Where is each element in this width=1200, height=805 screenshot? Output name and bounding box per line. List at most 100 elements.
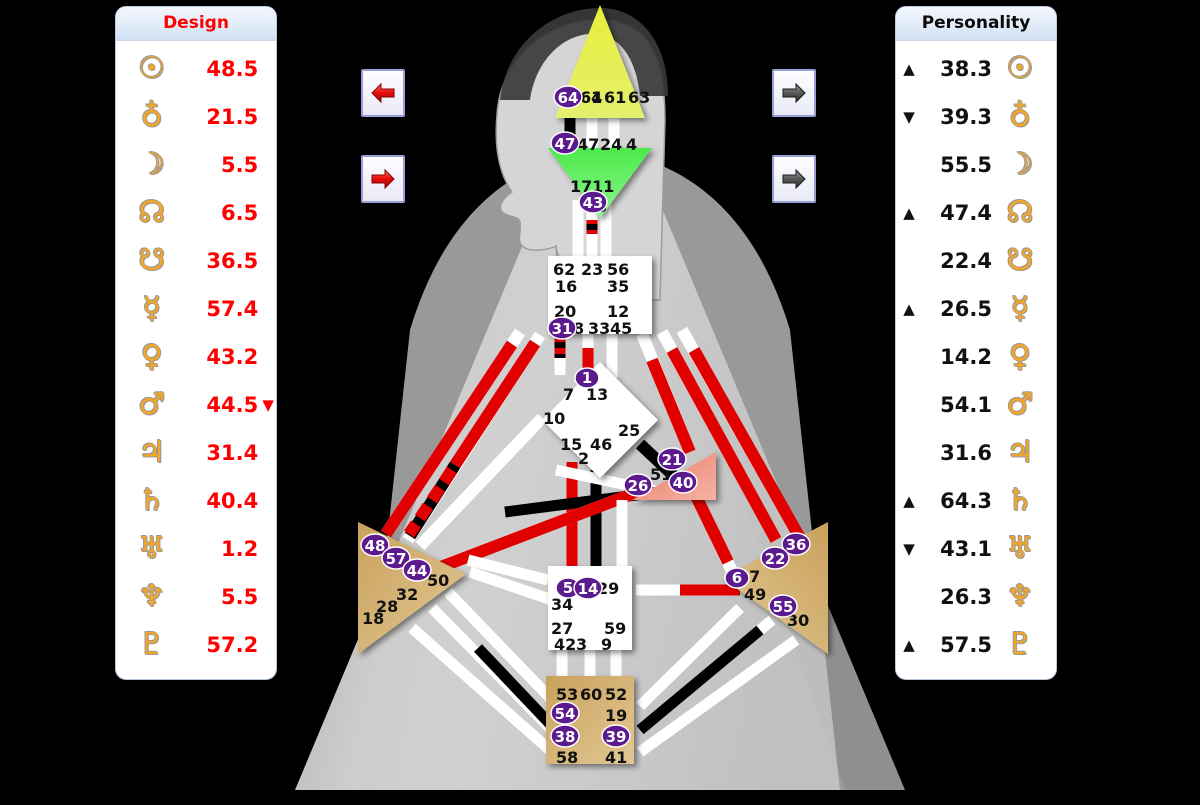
sun-icon: ☉ bbox=[138, 51, 166, 86]
jupiter-icon: ♃ bbox=[1006, 435, 1034, 470]
planet-row[interactable]: ☿ 57.4 bbox=[116, 285, 276, 333]
arrow-right-icon bbox=[782, 168, 806, 190]
svg-text:6: 6 bbox=[732, 569, 742, 587]
svg-text:19: 19 bbox=[605, 706, 627, 725]
personality-panel-title: Personality bbox=[921, 13, 1031, 33]
svg-text:1: 1 bbox=[582, 369, 592, 387]
planet-value: 5.5 bbox=[221, 585, 259, 609]
planet-row[interactable]: ♄ 40.4 bbox=[116, 477, 276, 525]
planet-value: 47.4 bbox=[940, 201, 992, 225]
mars-icon: ♂ bbox=[138, 387, 166, 422]
planet-row[interactable]: ♂ 44.5 ▼ bbox=[116, 381, 276, 429]
planet-value: 21.5 bbox=[206, 105, 259, 129]
planet-value: 40.4 bbox=[206, 489, 259, 513]
north-node-icon: ☊ bbox=[138, 195, 166, 230]
moon-icon: ☽ bbox=[138, 147, 166, 182]
svg-text:23: 23 bbox=[581, 260, 603, 279]
retrograde-marker: ▲ bbox=[903, 204, 915, 222]
svg-text:61: 61 bbox=[580, 88, 602, 107]
prev-design-button[interactable] bbox=[361, 69, 405, 117]
svg-text:58: 58 bbox=[556, 748, 578, 767]
neptune-icon: ♆ bbox=[1006, 579, 1034, 614]
planet-row[interactable]: 14.2 ♀ bbox=[896, 333, 1056, 381]
personality-panel-header: Personality bbox=[896, 7, 1056, 41]
planet-row[interactable]: ☽ 5.5 bbox=[116, 141, 276, 189]
svg-text:26: 26 bbox=[628, 477, 649, 495]
planet-row[interactable]: ▲ 38.3 ☉ bbox=[896, 45, 1056, 93]
planet-row[interactable]: ♆ 5.5 bbox=[116, 573, 276, 621]
svg-text:48: 48 bbox=[365, 537, 386, 555]
svg-text:2: 2 bbox=[578, 449, 589, 468]
svg-text:60: 60 bbox=[580, 685, 602, 704]
planet-row[interactable]: ☉ 48.5 bbox=[116, 45, 276, 93]
svg-text:4: 4 bbox=[626, 135, 637, 154]
planet-value: 43.2 bbox=[206, 345, 259, 369]
retrograde-marker: ▼ bbox=[903, 108, 915, 126]
svg-text:36: 36 bbox=[786, 536, 807, 554]
planet-row[interactable]: ♅ 1.2 bbox=[116, 525, 276, 573]
south-node-icon: ☋ bbox=[138, 243, 166, 278]
planet-row[interactable]: ▲ 57.5 ♇ bbox=[896, 621, 1056, 669]
south-node-icon: ☋ bbox=[1006, 243, 1034, 278]
retrograde-marker: ▼ bbox=[262, 396, 274, 414]
mercury-icon: ☿ bbox=[1010, 291, 1030, 326]
next-personality-button[interactable] bbox=[772, 155, 816, 203]
planet-row[interactable]: ♃ 31.4 bbox=[116, 429, 276, 477]
saturn-icon: ♄ bbox=[138, 483, 166, 518]
svg-text:61: 61 bbox=[604, 88, 626, 107]
svg-text:9: 9 bbox=[601, 635, 612, 654]
planet-value: 64.3 bbox=[940, 489, 992, 513]
planet-row[interactable]: ♁ 21.5 bbox=[116, 93, 276, 141]
svg-text:18: 18 bbox=[362, 609, 384, 628]
planet-row[interactable]: 55.5 ☽ bbox=[896, 141, 1056, 189]
jupiter-icon: ♃ bbox=[138, 435, 166, 470]
planet-row[interactable]: ▲ 26.5 ☿ bbox=[896, 285, 1056, 333]
planet-row[interactable]: ▼ 39.3 ♁ bbox=[896, 93, 1056, 141]
svg-text:3: 3 bbox=[576, 635, 587, 654]
planet-value: 57.2 bbox=[206, 633, 259, 657]
planet-row[interactable]: ☊ 6.5 bbox=[116, 189, 276, 237]
planet-value: 48.5 bbox=[206, 57, 259, 81]
svg-text:10: 10 bbox=[543, 409, 565, 428]
neptune-icon: ♆ bbox=[138, 579, 166, 614]
planet-row[interactable]: ▲ 47.4 ☊ bbox=[896, 189, 1056, 237]
svg-text:53: 53 bbox=[556, 685, 578, 704]
planet-row[interactable]: ♀ 43.2 bbox=[116, 333, 276, 381]
moon-icon: ☽ bbox=[1006, 147, 1034, 182]
planet-row[interactable]: 26.3 ♆ bbox=[896, 573, 1056, 621]
svg-text:33: 33 bbox=[588, 319, 610, 338]
uranus-icon: ♅ bbox=[1006, 531, 1034, 566]
planet-row[interactable]: ▲ 64.3 ♄ bbox=[896, 477, 1056, 525]
svg-text:57: 57 bbox=[386, 550, 407, 568]
svg-text:40: 40 bbox=[673, 474, 694, 492]
personality-panel: Personality ▲ 38.3 ☉ ▼ 39.3 ♁ 55.5 ☽ ▲ 47.4 ☊ 22.4 ☋… bbox=[895, 6, 1057, 680]
svg-text:14: 14 bbox=[578, 580, 599, 598]
saturn-icon: ♄ bbox=[1006, 483, 1034, 518]
prev-personality-button[interactable] bbox=[772, 69, 816, 117]
design-planet-list: ☉ 48.5 ♁ 21.5 ☽ 5.5 ☊ 6.5 ☋ 36.5 ☿ 57.4 ♀ 43.2 ♂ 44.5 ▼ ♃… bbox=[116, 41, 276, 669]
planet-row[interactable]: ▼ 43.1 ♅ bbox=[896, 525, 1056, 573]
planet-row[interactable]: 54.1 ♂ bbox=[896, 381, 1056, 429]
planet-row[interactable]: ♇ 57.2 bbox=[116, 621, 276, 669]
earth-icon: ♁ bbox=[1009, 99, 1031, 134]
planet-value: 22.4 bbox=[940, 249, 992, 273]
svg-text:47: 47 bbox=[555, 135, 576, 153]
retrograde-marker: ▲ bbox=[903, 492, 915, 510]
svg-text:45: 45 bbox=[610, 319, 632, 338]
planet-row[interactable]: 22.4 ☋ bbox=[896, 237, 1056, 285]
svg-text:16: 16 bbox=[555, 277, 577, 296]
svg-text:5: 5 bbox=[563, 579, 573, 597]
arrow-right-icon bbox=[371, 168, 395, 190]
svg-text:55: 55 bbox=[773, 598, 794, 616]
svg-text:42: 42 bbox=[554, 635, 576, 654]
venus-icon: ♀ bbox=[140, 339, 163, 374]
venus-icon: ♀ bbox=[1009, 339, 1031, 374]
earth-icon: ♁ bbox=[140, 99, 163, 134]
arrow-right-icon bbox=[782, 82, 806, 104]
planet-row[interactable]: ☋ 36.5 bbox=[116, 237, 276, 285]
svg-text:52: 52 bbox=[605, 685, 627, 704]
svg-text:31: 31 bbox=[552, 320, 573, 338]
next-design-button[interactable] bbox=[361, 155, 405, 203]
planet-row[interactable]: 31.6 ♃ bbox=[896, 429, 1056, 477]
retrograde-marker: ▲ bbox=[903, 60, 915, 78]
